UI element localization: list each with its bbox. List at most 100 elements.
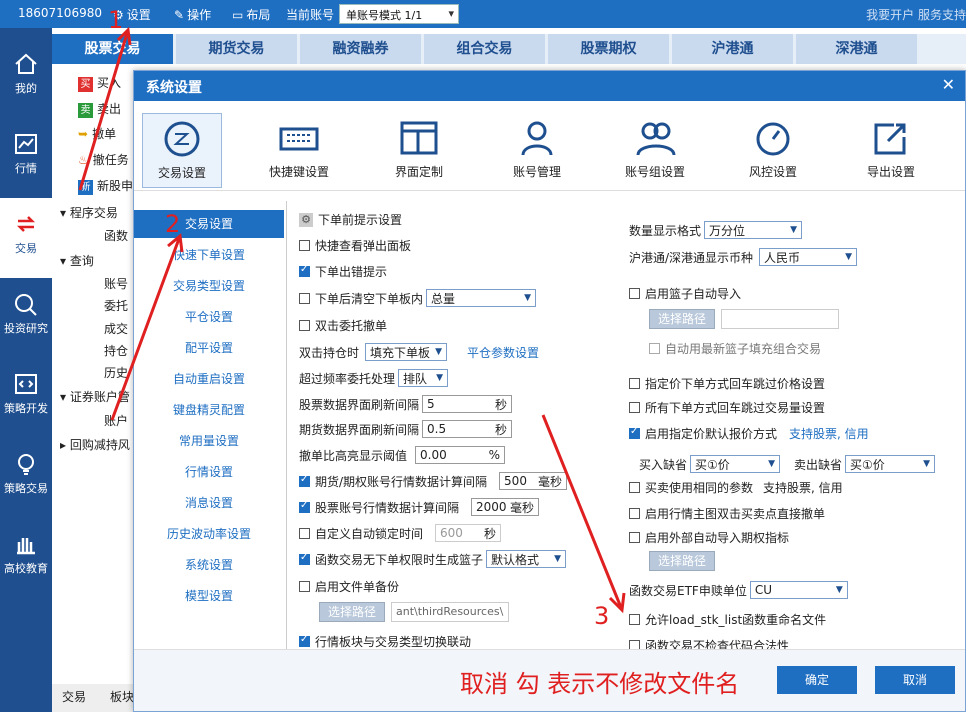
dbl-hold-select[interactable]: 填充下单板 ▼ — [365, 343, 448, 361]
opt-calc-input[interactable]: 500 毫秒 — [499, 472, 568, 490]
tree-program[interactable]: ▾ 程序交易 — [60, 204, 118, 221]
operate-button[interactable]: ✎ 操作 — [174, 6, 211, 23]
order-error-checkbox[interactable]: 下单出错提示 — [299, 263, 387, 280]
default-price-link[interactable]: 支持股票, 信用 — [789, 425, 869, 442]
clear-field-select[interactable]: 总量 ▼ — [426, 289, 537, 307]
nav-research[interactable]: 投资研究 — [0, 278, 52, 358]
tree-cancel[interactable]: ➥ 撤单 — [78, 125, 116, 142]
icon-risk-settings[interactable]: 风控设置 — [728, 113, 818, 188]
basket-import-checkbox[interactable]: 启用篮子自动导入 — [629, 285, 741, 302]
tree-query[interactable]: ▾ 查询 — [60, 252, 94, 269]
tree-buy[interactable]: 买买入 — [78, 74, 121, 92]
basket-path-input[interactable] — [721, 309, 840, 329]
menu-model[interactable]: 模型设置 — [134, 582, 284, 610]
icon-account-mgmt[interactable]: 账号管理 — [492, 113, 582, 188]
icon-trade-settings[interactable]: 交易设置 — [142, 113, 222, 188]
bottom-tab-trade[interactable]: 交易 — [62, 688, 86, 705]
linkage-checkbox[interactable]: 行情板块与交易类型切换联动 — [299, 633, 471, 649]
icon-export-settings[interactable]: 导出设置 — [846, 113, 936, 188]
ok-button[interactable]: 确定 — [777, 666, 857, 694]
tree-buyback[interactable]: ▸ 回购减持风 — [60, 436, 130, 453]
all-skip-checkbox[interactable]: 所有下单方式回车跳过交易量设置 — [629, 399, 825, 416]
file-backup-checkbox[interactable]: 启用文件单备份 — [299, 578, 399, 595]
icon-account-group[interactable]: 账号组设置 — [610, 113, 700, 188]
auto-fill-checkbox[interactable]: 自动用最新篮子填充组合交易 — [649, 340, 821, 357]
nav-strategy-trade[interactable]: 策略交易 — [0, 438, 52, 518]
buy-gap-select[interactable]: 买①价 ▼ — [690, 455, 781, 473]
menu-market[interactable]: 行情设置 — [134, 458, 284, 486]
dbl-cancel-checkbox[interactable]: 双击委托撤单 — [299, 317, 387, 334]
tree-acct2[interactable]: 账户 — [104, 412, 128, 429]
tab-options[interactable]: 股票期权 — [548, 34, 669, 64]
menu-balance[interactable]: 配平设置 — [134, 334, 284, 362]
close-params-link[interactable]: 平仓参数设置 — [467, 344, 539, 361]
stock-refresh-input[interactable]: 5秒 — [422, 395, 513, 413]
tree-hold[interactable]: 持仓 — [104, 342, 128, 359]
tab-hk-sz[interactable]: 深港通 — [796, 34, 917, 64]
clear-after-order-checkbox[interactable]: 下单后清空下单板内 总量 ▼ — [299, 289, 537, 307]
nav-market[interactable]: 行情 — [0, 118, 52, 198]
tab-margin[interactable]: 融资融券 — [300, 34, 421, 64]
ext-path-button[interactable]: 选择路径 — [649, 551, 716, 571]
menu-keyboard-wizard[interactable]: 键盘精灵配置 — [134, 396, 284, 424]
quick-view-checkbox[interactable]: 快捷查看弹出面板 — [299, 237, 411, 254]
etf-unit-select[interactable]: CU ▼ — [749, 581, 848, 599]
cancel-button[interactable]: 取消 — [875, 666, 955, 694]
tab-stock-trade[interactable]: 股票交易 — [52, 34, 173, 64]
bottom-tab-sector[interactable]: 板块 — [110, 688, 134, 705]
nav-education[interactable]: 高校教育 — [0, 518, 52, 598]
sell-gap-select[interactable]: 买①价 ▼ — [845, 455, 936, 473]
open-account-link[interactable]: 我要开户 服务支持 — [866, 6, 966, 23]
nav-strategy-dev[interactable]: 策略开发 — [0, 358, 52, 438]
menu-trade-type[interactable]: 交易类型设置 — [134, 272, 284, 300]
nav-mine[interactable]: 我的 — [0, 38, 52, 118]
stk-calc-input[interactable]: 2000 毫秒 — [471, 498, 540, 516]
fut-refresh-input[interactable]: 0.5 秒 — [422, 420, 513, 438]
basket-path-button[interactable]: 选择路径 — [649, 309, 716, 329]
freq-select[interactable]: 排队 ▼ — [398, 369, 449, 387]
tree-func[interactable]: 函数 — [104, 227, 128, 244]
tree-history[interactable]: 历史 — [104, 364, 128, 381]
icon-hotkey-settings[interactable]: 快捷键设置 — [254, 113, 344, 188]
auto-lock-input[interactable]: 600 秒 — [435, 524, 502, 542]
ext-import-checkbox[interactable]: 启用外部自动导入期权指标 — [629, 529, 789, 546]
default-price-checkbox[interactable]: 启用指定价默认报价方式支持股票, 信用 — [629, 425, 869, 442]
icon-ui-custom[interactable]: 界面定制 — [374, 113, 464, 188]
menu-auto-restart[interactable]: 自动重启设置 — [134, 365, 284, 393]
hk-currency-select[interactable]: 人民币 ▼ — [759, 248, 858, 266]
cancel-ratio-input[interactable]: 0.00% — [415, 446, 506, 464]
tree-sell[interactable]: 卖卖出 — [78, 100, 121, 118]
auto-lock-checkbox[interactable]: 自定义自动锁定时间 600 秒 — [299, 524, 502, 542]
menu-message[interactable]: 消息设置 — [134, 489, 284, 517]
backup-path-input[interactable]: ant\thirdResources\ — [391, 602, 510, 622]
limit-skip-checkbox[interactable]: 指定价下单方式回车跳过价格设置 — [629, 375, 825, 392]
nav-trade[interactable]: 交易 — [0, 198, 52, 278]
menu-system[interactable]: 系统设置 — [134, 551, 284, 579]
account-mode-select[interactable]: 单账号模式 1/1 ▾ — [339, 4, 459, 24]
tab-hk-sh[interactable]: 沪港通 — [672, 34, 793, 64]
menu-quick-order[interactable]: 快速下单设置 — [134, 241, 284, 269]
func-basket-checkbox[interactable]: 函数交易无下单权限时生成篮子默认格式▼ — [299, 550, 567, 568]
menu-close-position[interactable]: 平仓设置 — [134, 303, 284, 331]
tab-futures[interactable]: 期货交易 — [176, 34, 297, 64]
same-param-checkbox[interactable]: 买卖使用相同的参数 支持股票, 信用 — [629, 479, 843, 496]
tree-entrust[interactable]: 委托 — [104, 297, 128, 314]
func-basket-select[interactable]: 默认格式 ▼ — [486, 550, 567, 568]
dbl-click-checkbox[interactable]: 启用行情主图双击买卖点直接撤单 — [629, 505, 825, 522]
tree-account[interactable]: 账号 — [104, 275, 128, 292]
close-icon[interactable]: ✕ — [942, 75, 955, 94]
tree-securities[interactable]: ▾ 证券账户管 — [60, 388, 130, 405]
no-check-checkbox[interactable]: 函数交易不检查代码合法性 — [629, 637, 789, 649]
stk-calc-checkbox[interactable]: 股票账号行情数据计算间隔2000毫秒 — [299, 498, 540, 516]
tree-cancel-task[interactable]: ♨ 撤任务 — [78, 151, 129, 168]
menu-trade-settings[interactable]: 交易设置 — [134, 210, 284, 238]
tree-ipo[interactable]: 新新股申 — [78, 177, 133, 195]
opt-calc-checkbox[interactable]: 期货/期权账号行情数据计算间隔500毫秒 — [299, 472, 568, 490]
allow-rename-checkbox[interactable]: 允许load_stk_list函数重命名文件 — [629, 611, 826, 628]
backup-path-button[interactable]: 选择路径 — [319, 602, 386, 622]
layout-button[interactable]: ▭ 布局 — [232, 6, 270, 23]
menu-hist-vol[interactable]: 历史波动率设置 — [134, 520, 284, 548]
tab-portfolio[interactable]: 组合交易 — [424, 34, 545, 64]
menu-common-qty[interactable]: 常用量设置 — [134, 427, 284, 455]
tree-deal[interactable]: 成交 — [104, 320, 128, 337]
